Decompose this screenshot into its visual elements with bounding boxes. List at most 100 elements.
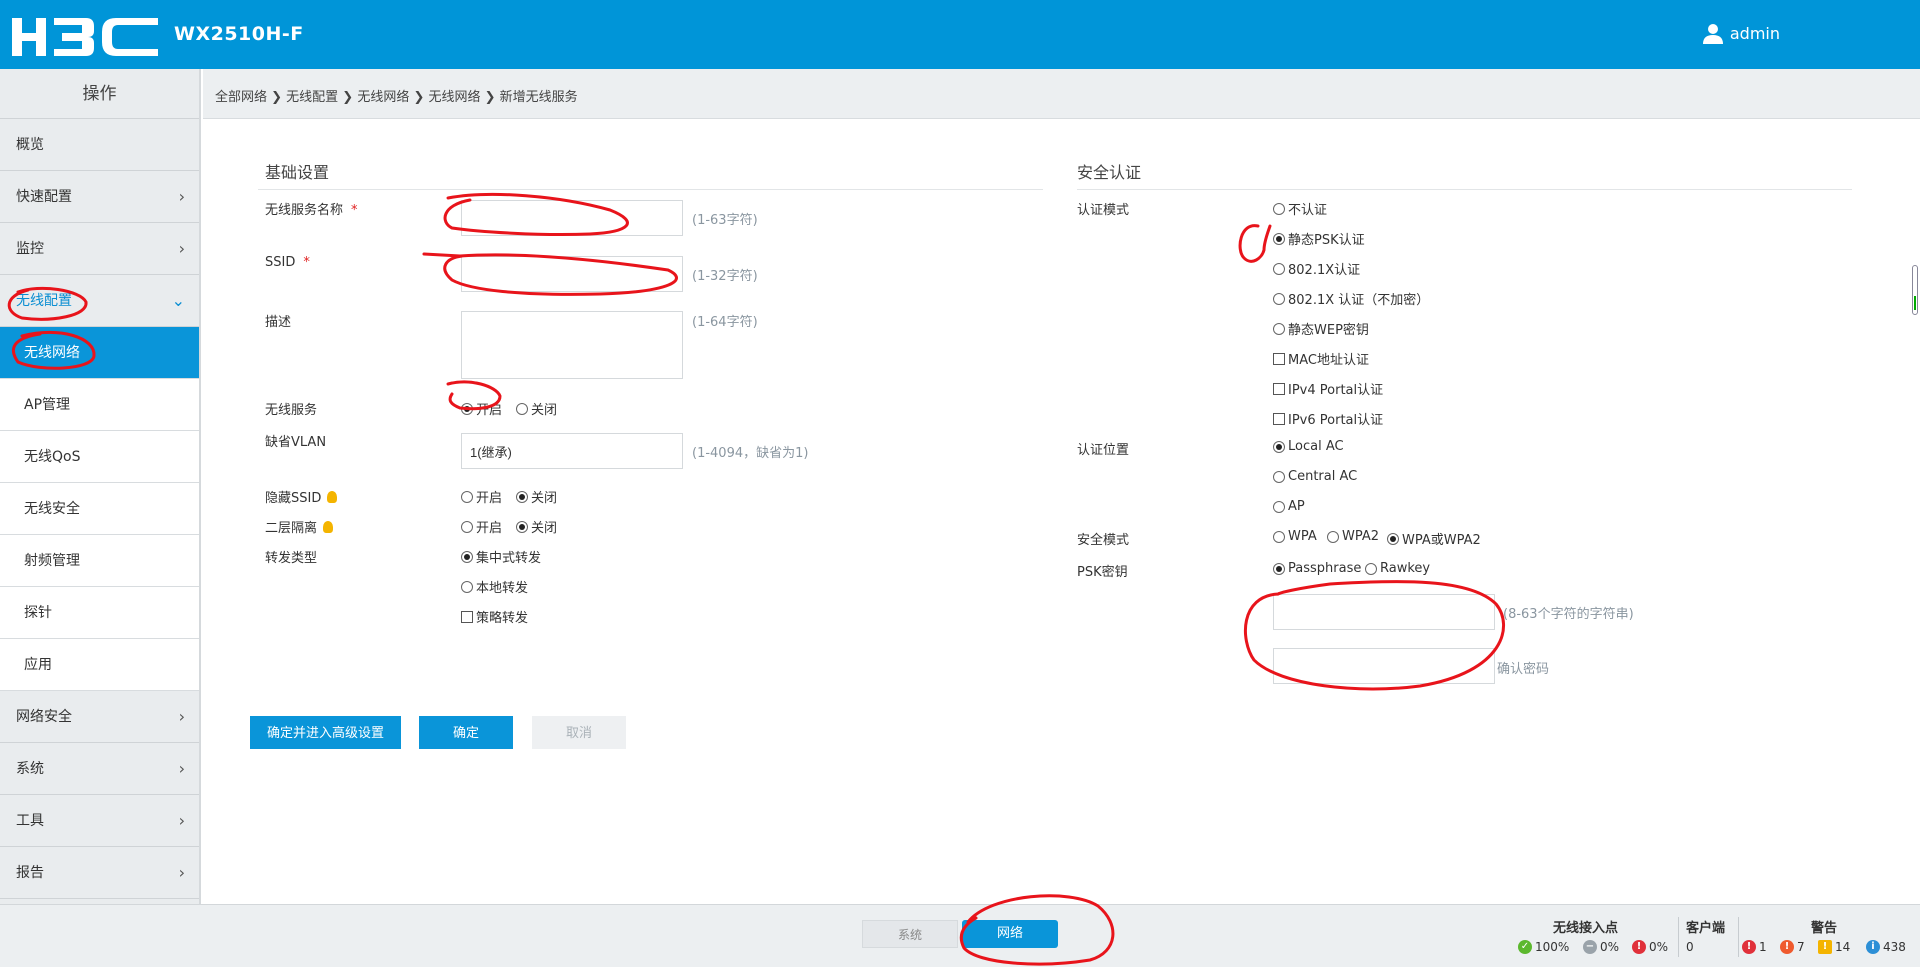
- client-count[interactable]: 0: [1686, 940, 1694, 954]
- chevron-down-icon: ⌄: [171, 291, 185, 310]
- ssid-input[interactable]: [461, 256, 683, 292]
- sidebar-item-label: 探针: [24, 605, 52, 621]
- ap-error-stat[interactable]: ! 0%: [1632, 940, 1668, 954]
- wireless-service-off-radio[interactable]: 关闭: [516, 399, 557, 418]
- auth-pos-local-ac-radio[interactable]: Local AC: [1273, 439, 1344, 454]
- hide-ssid-on-radio[interactable]: 开启: [461, 487, 502, 506]
- sidebar-subitem-probe[interactable]: 探针: [0, 587, 199, 639]
- default-vlan-input[interactable]: [461, 433, 683, 469]
- wireless-service-on-radio[interactable]: 开启: [461, 399, 502, 418]
- radio-icon: [1273, 262, 1285, 275]
- alarm-critical-stat[interactable]: ! 1: [1742, 940, 1767, 954]
- checkbox-icon: [1273, 352, 1285, 365]
- sec-mode-wpa-radio[interactable]: WPA: [1273, 529, 1317, 544]
- tab-system[interactable]: 系统: [862, 920, 958, 948]
- checkbox-icon: [1273, 382, 1285, 395]
- info-circle-icon: i: [1866, 940, 1880, 954]
- breadcrumb[interactable]: 全部网络 ❯ 无线配置 ❯ 无线网络 ❯ 无线网络 ❯ 新增无线服务: [215, 86, 578, 105]
- default-vlan-hint: (1-4094，缺省为1): [692, 446, 809, 461]
- alarm-major-stat[interactable]: ! 7: [1780, 940, 1805, 954]
- sidebar-subitem-wireless-network[interactable]: 无线网络: [0, 327, 199, 379]
- radio-icon: [1273, 322, 1285, 335]
- security-mode-label: 安全模式: [1077, 533, 1130, 548]
- radio-icon: [461, 550, 473, 563]
- sidebar-subitem-wireless-security[interactable]: 无线安全: [0, 483, 199, 535]
- forward-central-radio[interactable]: 集中式转发: [461, 547, 541, 566]
- sidebar-item-quick-config[interactable]: 快速配置 ›: [0, 171, 199, 223]
- hide-ssid-off-radio[interactable]: 关闭: [516, 487, 557, 506]
- sidebar-item-system[interactable]: 系统 ›: [0, 743, 199, 795]
- alarm-heading: 警告: [1811, 921, 1838, 936]
- auth-ipv6-portal-checkbox[interactable]: IPv6 Portal认证: [1273, 409, 1383, 428]
- forward-local-radio[interactable]: 本地转发: [461, 577, 528, 596]
- divider: [1077, 189, 1852, 190]
- sidebar-item-label: AP管理: [24, 397, 71, 413]
- ap-idle-stat[interactable]: −0%: [1583, 940, 1619, 954]
- psk-key-input[interactable]: [1273, 594, 1495, 630]
- sec-mode-wpa2-radio[interactable]: WPA2: [1327, 529, 1379, 544]
- radio-icon: [1273, 202, 1285, 215]
- auth-pos-ap-radio[interactable]: AP: [1273, 499, 1305, 514]
- sidebar-item-monitor[interactable]: 监控 ›: [0, 223, 199, 275]
- sidebar-item-overview[interactable]: 概览: [0, 119, 199, 171]
- ap-online-stat[interactable]: ✓ 100%: [1518, 940, 1569, 954]
- chevron-right-icon: ›: [178, 187, 185, 206]
- auth-mac-checkbox[interactable]: MAC地址认证: [1273, 349, 1369, 368]
- description-textarea[interactable]: [461, 311, 683, 379]
- form-area: 基础设置 无线服务名称 * (1-63字符) SSID * (1-32字符) 描述 …: [203, 120, 1920, 904]
- psk-confirm-label: 确认密码: [1497, 662, 1550, 677]
- user-menu[interactable]: admin: [1702, 22, 1780, 44]
- forward-policy-checkbox[interactable]: 策略转发: [461, 607, 528, 626]
- psk-rawkey-radio[interactable]: Rawkey: [1365, 561, 1430, 576]
- sidebar-title: 操作: [0, 69, 199, 119]
- service-name-input[interactable]: [461, 200, 683, 236]
- auth-8021x-noenc-radio[interactable]: 802.1X 认证（不加密）: [1273, 289, 1429, 308]
- tab-network[interactable]: 网络: [962, 920, 1058, 948]
- lightbulb-icon[interactable]: [327, 491, 338, 503]
- radio-icon: [1273, 292, 1285, 305]
- sidebar-item-wireless-config[interactable]: 无线配置 ⌄: [0, 275, 199, 327]
- auth-static-psk-radio[interactable]: 静态PSK认证: [1273, 229, 1365, 248]
- alarm-minor-stat[interactable]: ! 14: [1818, 940, 1850, 954]
- psk-confirm-input[interactable]: [1273, 648, 1495, 684]
- sidebar-item-reports[interactable]: 报告 ›: [0, 847, 199, 899]
- scroll-indicator[interactable]: [1912, 265, 1918, 315]
- radio-icon: [461, 402, 473, 415]
- auth-8021x-radio[interactable]: 802.1X认证: [1273, 259, 1360, 278]
- checkbox-icon: [461, 610, 473, 623]
- sidebar-item-label: 概览: [16, 137, 44, 153]
- chevron-right-icon: ›: [178, 759, 185, 778]
- auth-position-label: 认证位置: [1077, 443, 1130, 458]
- psk-key-hint: (8-63个字符的字符串): [1503, 607, 1634, 622]
- auth-none-radio[interactable]: 不认证: [1273, 199, 1327, 218]
- alarm-info-stat[interactable]: i 438: [1866, 940, 1906, 954]
- h3c-logo: [12, 18, 158, 56]
- ssid-hint: (1-32字符): [692, 269, 758, 284]
- section-title-security: 安全认证: [1077, 163, 1142, 182]
- ok-and-advanced-button[interactable]: 确定并进入高级设置: [250, 716, 401, 749]
- sidebar-item-label: 无线网络: [24, 345, 80, 361]
- sidebar-subitem-application[interactable]: 应用: [0, 639, 199, 691]
- psk-passphrase-radio[interactable]: Passphrase: [1273, 561, 1361, 576]
- auth-static-wep-radio[interactable]: 静态WEP密钥: [1273, 319, 1369, 338]
- lightbulb-icon[interactable]: [323, 521, 334, 533]
- sec-mode-wpa-or-wpa2-radio[interactable]: WPA或WPA2: [1387, 529, 1481, 548]
- sidebar-subitem-wireless-qos[interactable]: 无线QoS: [0, 431, 199, 483]
- status-footer: 系统 网络 无线接入点 ✓ 100% −0% ! 0% 客户端 0 警告 ! 1 ! 7…: [0, 904, 1920, 967]
- psk-key-label: PSK密钥: [1077, 565, 1128, 580]
- auth-pos-central-ac-radio[interactable]: Central AC: [1273, 469, 1357, 484]
- cancel-button[interactable]: 取消: [532, 716, 626, 749]
- service-name-label: 无线服务名称 *: [265, 203, 358, 218]
- radio-icon: [461, 490, 473, 503]
- ok-button[interactable]: 确定: [419, 716, 513, 749]
- sidebar-subitem-ap-management[interactable]: AP管理: [0, 379, 199, 431]
- auth-ipv4-portal-checkbox[interactable]: IPv4 Portal认证: [1273, 379, 1383, 398]
- forward-type-label: 转发类型: [265, 551, 318, 566]
- l2-isolation-on-radio[interactable]: 开启: [461, 517, 502, 536]
- sidebar-item-tools[interactable]: 工具 ›: [0, 795, 199, 847]
- chevron-right-icon: ›: [178, 239, 185, 258]
- l2-isolation-off-radio[interactable]: 关闭: [516, 517, 557, 536]
- sidebar-item-network-security[interactable]: 网络安全 ›: [0, 691, 199, 743]
- sidebar-subitem-radio-management[interactable]: 射频管理: [0, 535, 199, 587]
- radio-icon: [516, 402, 528, 415]
